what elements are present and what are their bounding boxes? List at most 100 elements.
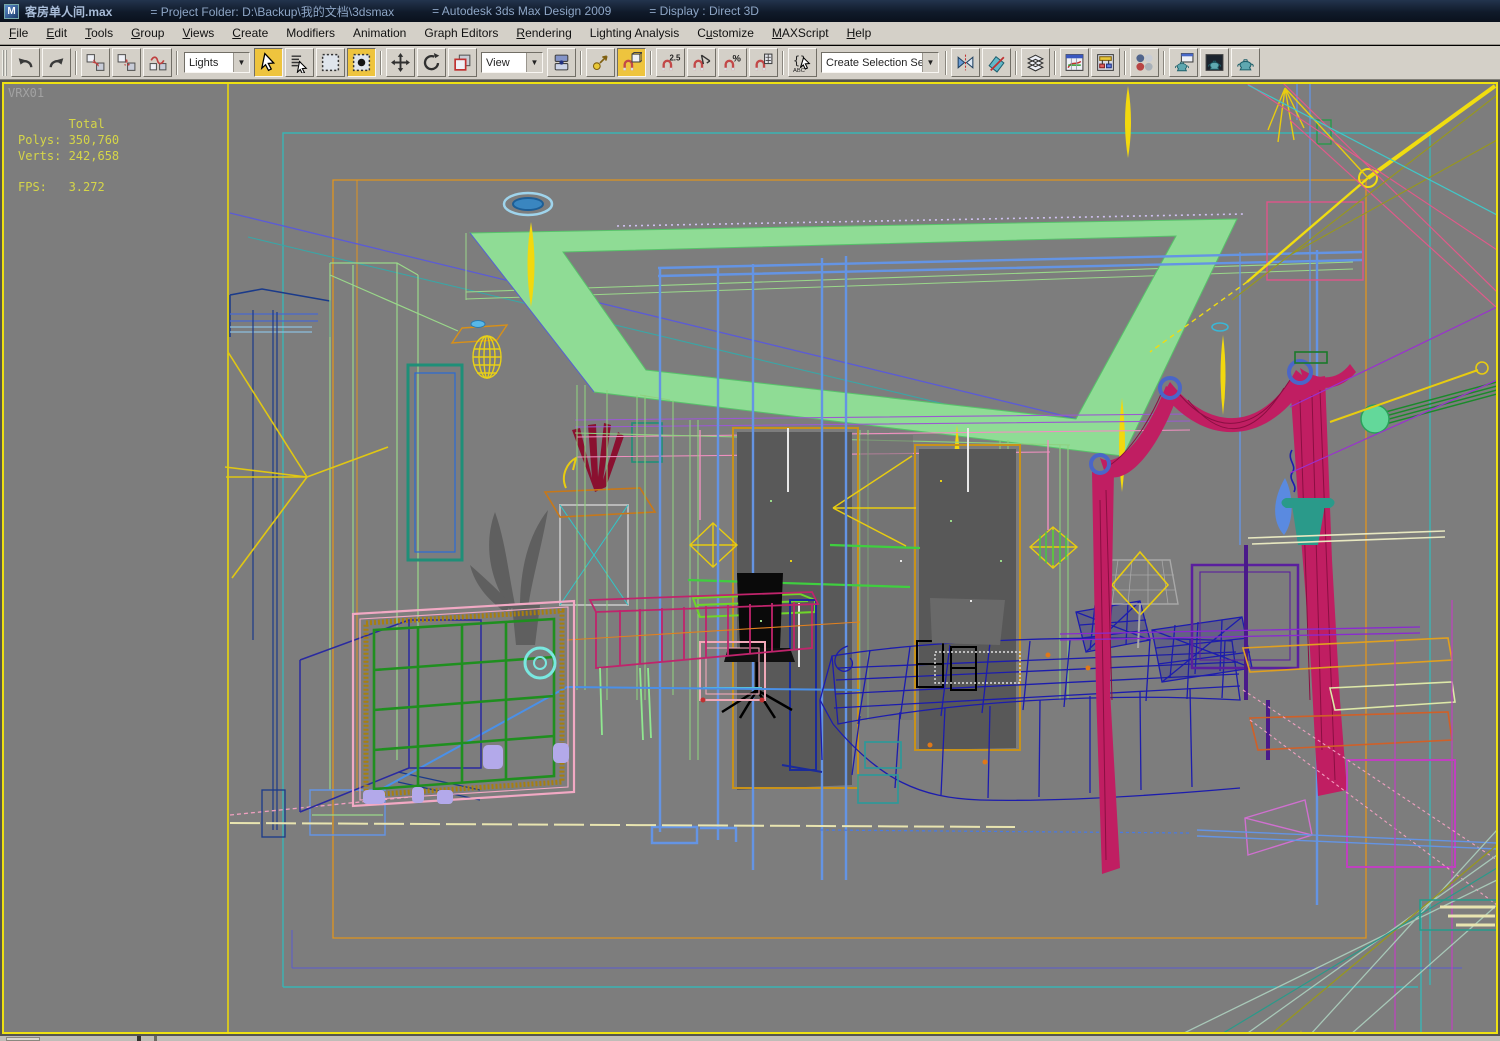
window-crossing-icon [352,53,371,72]
schematic-view-button[interactable] [1091,48,1120,77]
perspective-viewport[interactable]: VRX01 Total Polys: 350,760 Verts: 242,658 F… [2,82,1498,1034]
named-selection-set-combo[interactable]: Create Selection Set ▼ [821,52,939,73]
named-sets-icon: {}ABC [793,54,811,73]
snaps-toggle-25d-button[interactable]: 2.5 [656,48,685,77]
menu-create[interactable]: Create [223,23,277,43]
floor-lines [229,822,1496,1032]
toolbar-separator [380,50,382,75]
menu-tools[interactable]: Tools [76,23,122,43]
menu-edit[interactable]: Edit [37,23,76,43]
quick-render-button[interactable] [1231,48,1260,77]
selection-filter-combo[interactable]: Lights ▼ [184,52,250,73]
redo-button[interactable] [42,48,71,77]
toolbar-separator [1163,50,1165,75]
timeline-strip[interactable] [0,1036,1500,1041]
reference-coordinate-system-combo[interactable]: View ▼ [481,52,543,73]
viewport-stat-line: Total [18,117,105,131]
snaps-toggle-3d-button[interactable] [617,48,646,77]
snap-25-icon: 2.5 [662,53,681,71]
viewport-stat-line: Verts: 242,658 [18,149,120,163]
menu-modifiers[interactable]: Modifiers [277,23,344,43]
spacewarp-icon [149,56,167,71]
edit-named-selection-sets-button[interactable]: {} ABC [788,48,817,77]
curve-editor-icon [1065,54,1084,71]
wireframe-scene [224,84,1496,1032]
title-bar[interactable]: M 客房单人间.max = Project Folder: D:\Backup\… [0,0,1500,22]
bind-to-spacewarp-button[interactable] [143,48,172,77]
snap-percent-icon: % [724,53,742,71]
mirror-frame [559,504,629,606]
angle-snap-toggle-button[interactable] [687,48,716,77]
curve-editor-button[interactable] [1060,48,1089,77]
rendered-frame-window-button[interactable] [1200,48,1229,77]
percent-snap-toggle-button[interactable]: % [718,48,747,77]
viewport-stat-line: FPS: 3.272 [18,180,105,194]
menu-customize[interactable]: Customize [688,23,763,43]
rectangular-selection-region-button[interactable] [316,48,345,77]
toolbar-separator [945,50,947,75]
toolbar-separator [580,50,582,75]
window-crossing-toggle-button[interactable] [347,48,376,77]
material-editor-button[interactable] [1130,48,1159,77]
menu-bar: File Edit Tools Group Views Create Modifiers An… [0,22,1500,45]
viewport-frame: VRX01 Total Polys: 350,760 Verts: 242,658 F… [0,80,1500,1036]
shelf-vase-group [1247,449,1446,545]
select-and-manipulate-button[interactable] [586,48,615,77]
select-and-rotate-button[interactable] [417,48,446,77]
viewport-name-label[interactable]: VRX01 [8,86,44,100]
align-button[interactable] [982,48,1011,77]
select-by-name-button[interactable] [285,48,314,77]
menu-help[interactable]: Help [838,23,881,43]
layers-icon [1026,54,1045,72]
toolbar-separator [1124,50,1126,75]
select-and-scale-button[interactable] [448,48,477,77]
menu-maxscript[interactable]: MAXScript [763,23,838,43]
select-and-link-button[interactable] [81,48,110,77]
use-pivot-point-center-button[interactable] [547,48,576,77]
toolbar-separator [1015,50,1017,75]
left-wardrobe-wireframe [229,262,481,838]
display-driver-text: = Display : Direct 3D [649,4,759,18]
ceiling-light [502,191,554,217]
timeline-mark [154,1036,157,1041]
render-setup-button[interactable] [1169,48,1198,77]
menu-file[interactable]: File [0,23,37,43]
viewport-stat-line [18,164,119,179]
unlink-selection-button[interactable] [112,48,141,77]
mirror-button[interactable] [951,48,980,77]
manipulate-icon [592,55,608,71]
undo-button[interactable] [11,48,40,77]
snap-3d-icon [623,52,642,71]
redo-icon [49,58,64,68]
menu-graph-editors[interactable]: Graph Editors [415,23,507,43]
move-icon [391,53,410,72]
material-editor-icon [1136,54,1153,71]
pendant-lamp [450,320,509,379]
selection-filter-combo-value: Lights [189,56,219,69]
scale-icon [454,54,471,71]
viewport-stat-line: Polys: 350,760 [18,133,120,147]
align-icon [988,55,1005,73]
menu-group[interactable]: Group [122,23,173,43]
chevron-down-icon: ▼ [526,53,542,72]
toolbar-drag-handle[interactable] [2,49,7,76]
menu-lighting-analysis[interactable]: Lighting Analysis [581,23,688,43]
toolbar-separator [782,50,784,75]
time-slider-handle[interactable] [6,1037,40,1041]
spinner-snap-toggle-button[interactable] [749,48,778,77]
select-and-move-button[interactable] [386,48,415,77]
snap-spinner-icon [755,53,773,71]
rendered-frame-icon [1205,54,1224,71]
svg-text:ABC: ABC [793,68,805,73]
snap-angle-icon [693,54,711,71]
toolbar-separator [1054,50,1056,75]
mirror-icon [957,54,974,71]
named-selection-set-combo-value: Create Selection Set [826,56,922,69]
layer-manager-button[interactable] [1021,48,1050,77]
menu-rendering[interactable]: Rendering [507,23,580,43]
menu-animation[interactable]: Animation [344,23,415,43]
select-by-name-icon [291,55,308,73]
menu-views[interactable]: Views [173,23,223,43]
select-object-button[interactable] [254,48,283,77]
toolbar-separator [75,50,77,75]
